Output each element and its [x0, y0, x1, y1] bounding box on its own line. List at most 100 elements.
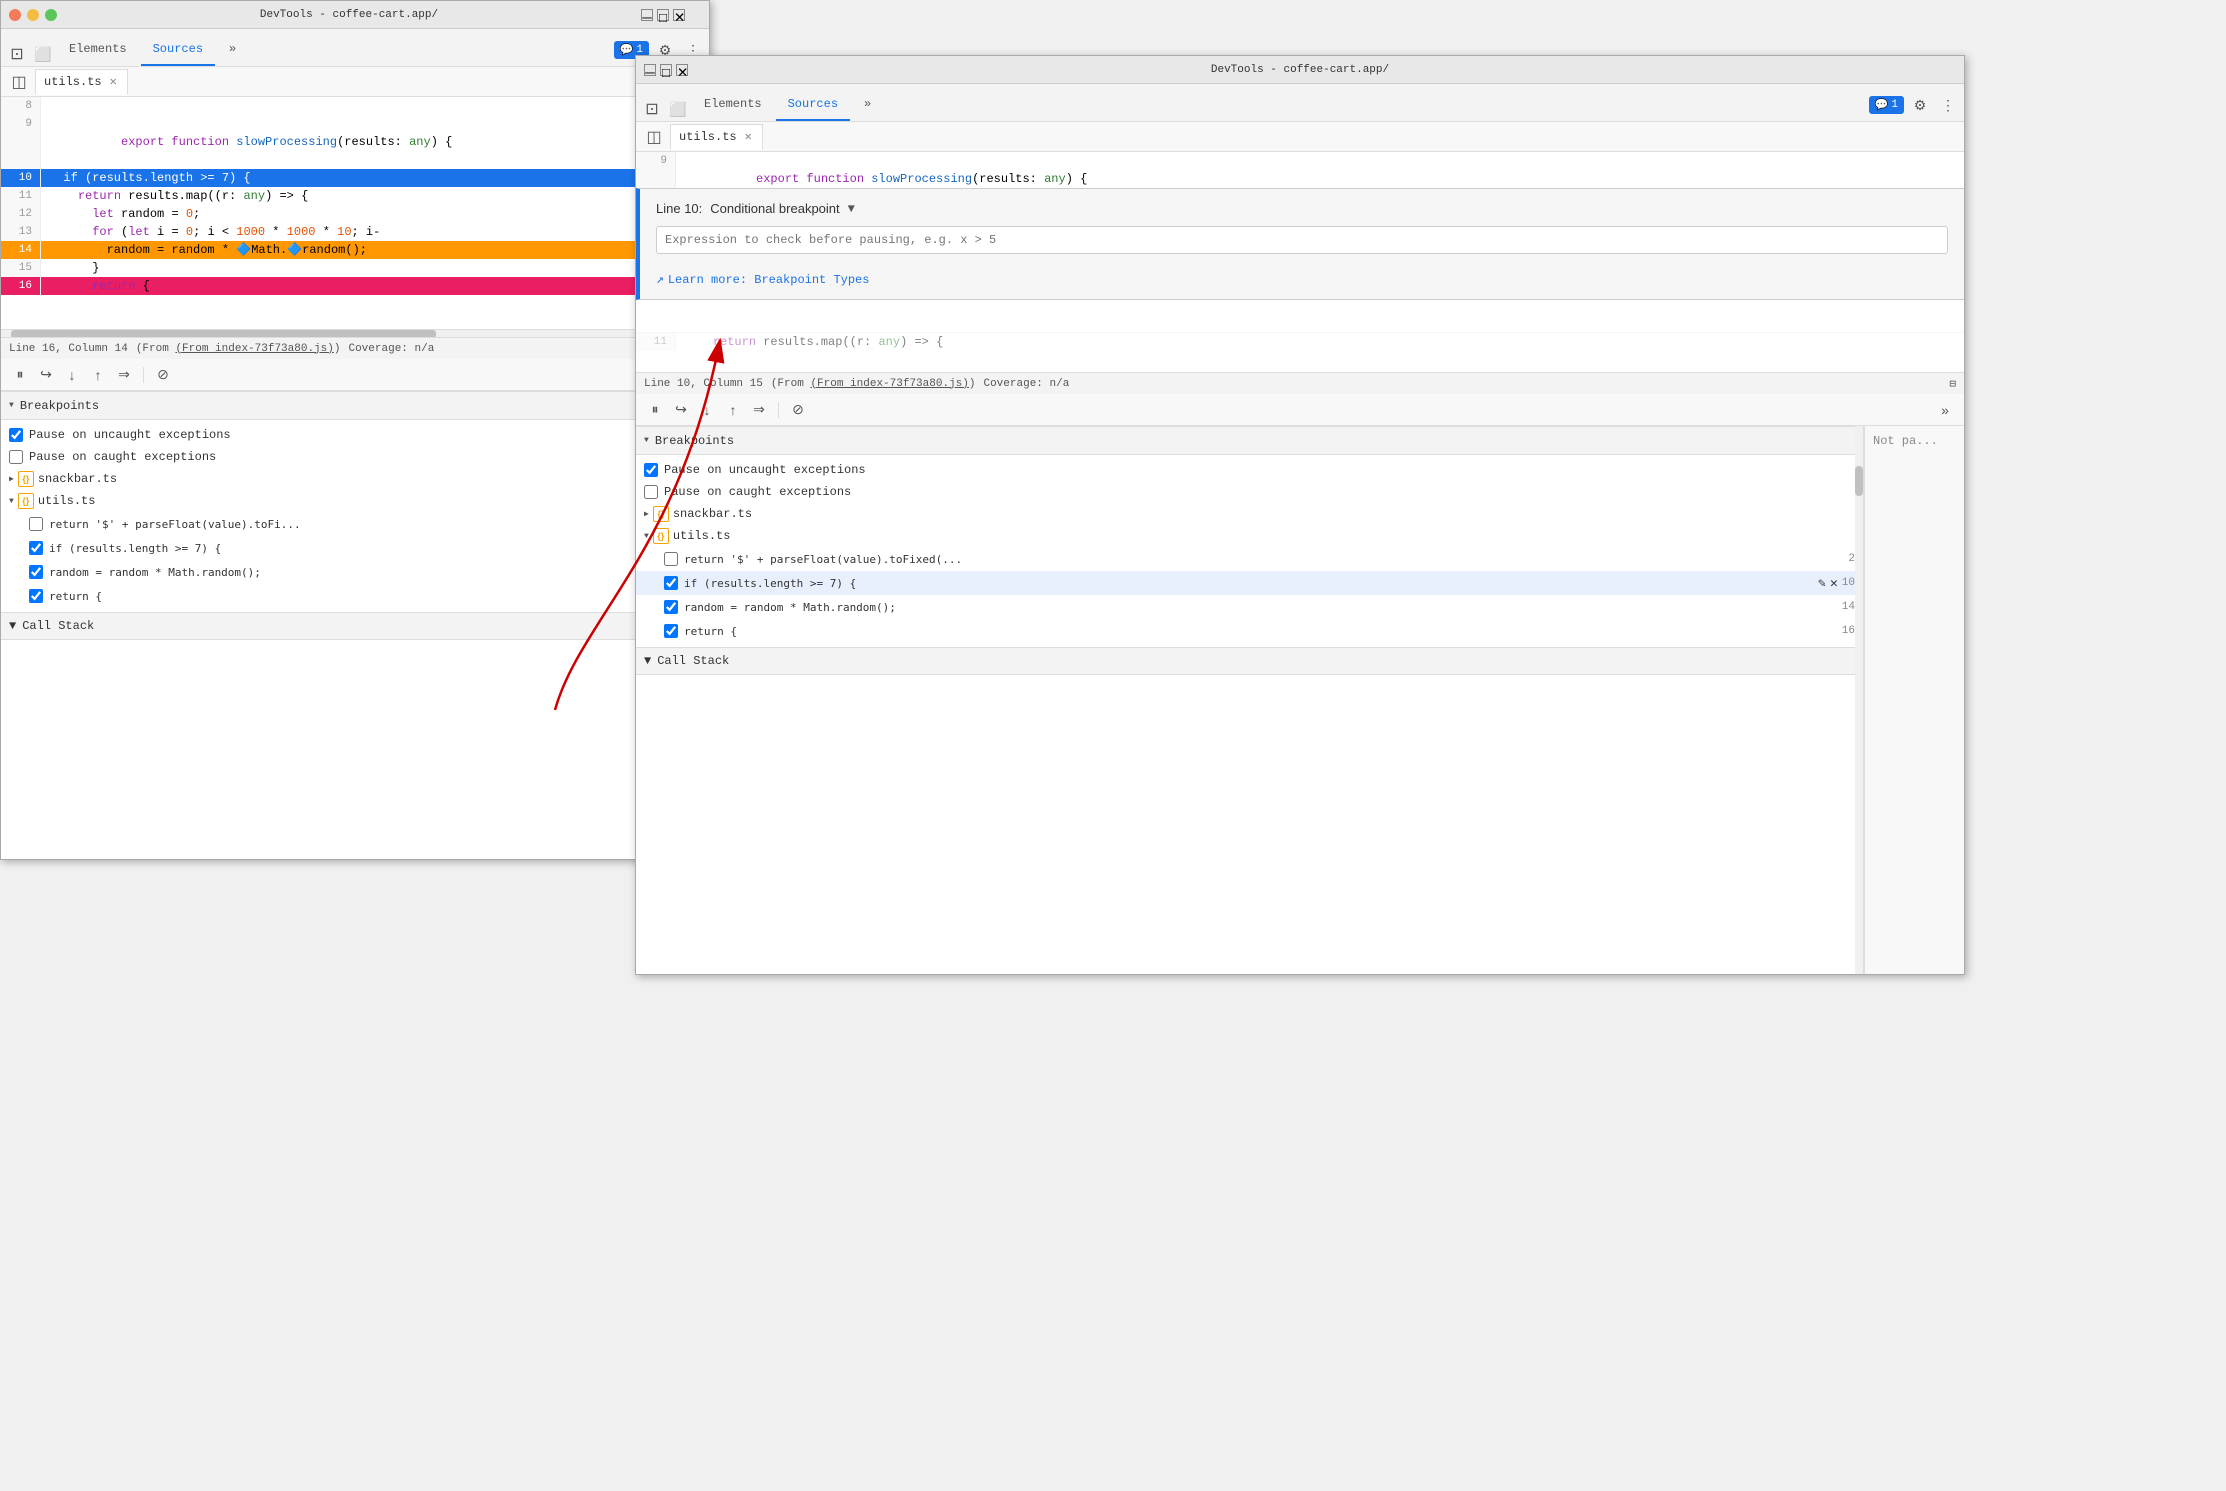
close-button-1[interactable] [9, 9, 21, 21]
not-pa-panel-2: Not pa... [1864, 426, 1964, 974]
v-scrollbar-2[interactable] [1855, 426, 1863, 974]
bp-checkbox-2-2[interactable] [664, 576, 678, 590]
bottom-panels-1: ▼ Breakpoints Pause on uncaught exceptio… [1, 391, 709, 640]
window-title-2: DevTools - coffee-cart.app/ [704, 64, 1896, 76]
step-into-btn-1[interactable]: ↓ [61, 364, 83, 386]
main-tab-bar-2: ⊡ ⬜ Elements Sources » 💬 1 ⚙ ⋮ [636, 84, 1964, 122]
code-line-12: 12 let random = 0; [1, 205, 709, 223]
breakpoints-section-1: ▼ Breakpoints Pause on uncaught exceptio… [1, 391, 709, 612]
bp-checkbox-1-2[interactable] [29, 541, 43, 555]
bp-checkbox-2-4[interactable] [664, 624, 678, 638]
step-over-btn-1[interactable]: ↪ [35, 364, 57, 386]
bp-popup-input[interactable] [656, 226, 1948, 254]
continue-btn-1[interactable]: ⇒ [113, 364, 135, 386]
step-out-btn-1[interactable]: ↑ [87, 364, 109, 386]
win-square-btn-4[interactable]: □ [660, 64, 672, 76]
file-tab-utils-1[interactable]: utils.ts ✕ [35, 69, 128, 95]
breakpoints-label-2: Breakpoints [655, 434, 734, 448]
file-group-utils-1[interactable]: ▼ {} utils.ts [1, 490, 709, 512]
gear-icon-2[interactable]: ⚙ [1908, 93, 1932, 117]
tab-more-2[interactable]: » [852, 89, 883, 121]
sidebar-toggle-1[interactable]: ◫ [7, 70, 31, 94]
call-stack-header-1[interactable]: ▼ Call Stack [1, 612, 709, 640]
pause-caught-checkbox-1[interactable] [9, 450, 23, 464]
file-tab-close-2[interactable]: ✕ [743, 129, 754, 144]
line-code-11: return results.map((r: any) => { [41, 187, 709, 205]
tab-more-1[interactable]: » [217, 34, 248, 66]
breakpoints-content-2: Pause on uncaught exceptions Pause on ca… [636, 455, 1863, 647]
bp-popup-link-text: Learn more: Breakpoint Types [668, 273, 870, 287]
call-stack-header-2[interactable]: ▼ Call Stack [636, 647, 1863, 675]
line-code-14: random = random * 🔷Math.🔷random(); [41, 241, 709, 259]
bp-checkbox-2-3[interactable] [664, 600, 678, 614]
breakpoints-header-2[interactable]: ▼ Breakpoints [636, 427, 1863, 455]
continue-btn-2[interactable]: ⇒ [748, 399, 770, 421]
minimize-button-1[interactable] [27, 9, 39, 21]
dots-icon-2[interactable]: ⋮ [1936, 93, 1960, 117]
file-tab-bar-1: ◫ utils.ts ✕ [1, 67, 709, 97]
status-source-link-2[interactable]: (From index-73f73a80.js) [810, 378, 968, 390]
status-source-link-1[interactable]: (From index-73f73a80.js) [175, 343, 333, 355]
msg-icon-1: 💬 [620, 43, 634, 57]
tab-elements-2[interactable]: Elements [692, 89, 774, 121]
tab-elements-1[interactable]: Elements [57, 34, 139, 66]
line-code-13: for (let i = 0; i < 1000 * 1000 * 10; i- [41, 223, 709, 241]
bp-checkbox-1-1[interactable] [29, 517, 43, 531]
win-close-btn-2[interactable]: ✕ [676, 64, 688, 76]
tab-sources-2[interactable]: Sources [776, 89, 850, 121]
device-icon-2[interactable]: ⬜ [666, 97, 690, 121]
bp-popup-title-text: Conditional breakpoint [710, 201, 839, 216]
delete-icon-2-2[interactable]: ✕ [1830, 576, 1838, 591]
h-scrollbar-thumb-1 [11, 330, 436, 337]
debug-sep-2 [778, 402, 779, 418]
deactivate-btn-1[interactable]: ⊘ [152, 364, 174, 386]
tab-sources-1[interactable]: Sources [141, 34, 215, 66]
device-icon-1[interactable]: ⬜ [31, 42, 55, 66]
file-group-utils-2[interactable]: ▼ {} utils.ts [636, 525, 1863, 547]
status-panel-toggle-2[interactable]: ⊟ [1949, 377, 1956, 391]
breakpoints-header-1[interactable]: ▼ Breakpoints [1, 392, 709, 420]
pause-caught-checkbox-2[interactable] [644, 485, 658, 499]
step-out-btn-2[interactable]: ↑ [722, 399, 744, 421]
line-num-12: 12 [1, 205, 41, 223]
inspect-icon-2[interactable]: ⊡ [640, 97, 664, 121]
status-coverage-2: Coverage: n/a [983, 378, 1069, 390]
pause-uncaught-row-1[interactable]: Pause on uncaught exceptions [1, 424, 709, 446]
pause-btn-2[interactable]: ⏸ [644, 399, 666, 421]
step-over-btn-2[interactable]: ↪ [670, 399, 692, 421]
pause-uncaught-row-2[interactable]: Pause on uncaught exceptions [636, 459, 1863, 481]
file-tab-close-1[interactable]: ✕ [108, 74, 119, 89]
code-area-2: 9 export function slowProcessing(results… [636, 152, 1964, 372]
pause-uncaught-checkbox-1[interactable] [9, 428, 23, 442]
win-square-btn-3[interactable]: ─ [644, 64, 656, 76]
message-badge-2[interactable]: 💬 1 [1869, 96, 1904, 114]
pause-uncaught-checkbox-2[interactable] [644, 463, 658, 477]
bp-checkbox-1-3[interactable] [29, 565, 43, 579]
win-close-btn-1[interactable]: ✕ [673, 9, 685, 21]
pause-btn-1[interactable]: ⏸ [9, 364, 31, 386]
bp-checkbox-2-1[interactable] [664, 552, 678, 566]
step-into-btn-2[interactable]: ↓ [696, 399, 718, 421]
file-name-utils-2: utils.ts [673, 529, 731, 543]
win-square-btn-2[interactable]: □ [657, 9, 669, 21]
file-group-snackbar-2[interactable]: ▶ {} snackbar.ts [636, 503, 1863, 525]
inspect-icon-1[interactable]: ⊡ [5, 42, 29, 66]
maximize-button-1[interactable] [45, 9, 57, 21]
pause-caught-row-1[interactable]: Pause on caught exceptions [1, 446, 709, 468]
bp-popup-dropdown-arrow[interactable]: ▼ [848, 202, 855, 216]
code-line-10: 10 if (results.length >= 7) { [1, 169, 709, 187]
win-square-btn-1[interactable]: ─ [641, 9, 653, 21]
more-tabs-btn-2[interactable]: » [1934, 399, 1956, 421]
line-code-16: return { [41, 277, 709, 295]
h-scrollbar-1[interactable] [1, 329, 709, 337]
deactivate-btn-2[interactable]: ⊘ [787, 399, 809, 421]
line-code-9: export function slowProcessing(results: … [41, 115, 709, 169]
callstack-triangle-1: ▼ [9, 619, 16, 633]
file-tab-utils-2[interactable]: utils.ts ✕ [670, 124, 763, 150]
edit-icon-2-2[interactable]: ✎ [1818, 576, 1826, 591]
pause-caught-row-2[interactable]: Pause on caught exceptions [636, 481, 1863, 503]
sidebar-toggle-2[interactable]: ◫ [642, 125, 666, 149]
bp-popup-link[interactable]: ↗ Learn more: Breakpoint Types [656, 272, 1948, 287]
file-group-snackbar-1[interactable]: ▶ {} snackbar.ts [1, 468, 709, 490]
bp-checkbox-1-4[interactable] [29, 589, 43, 603]
